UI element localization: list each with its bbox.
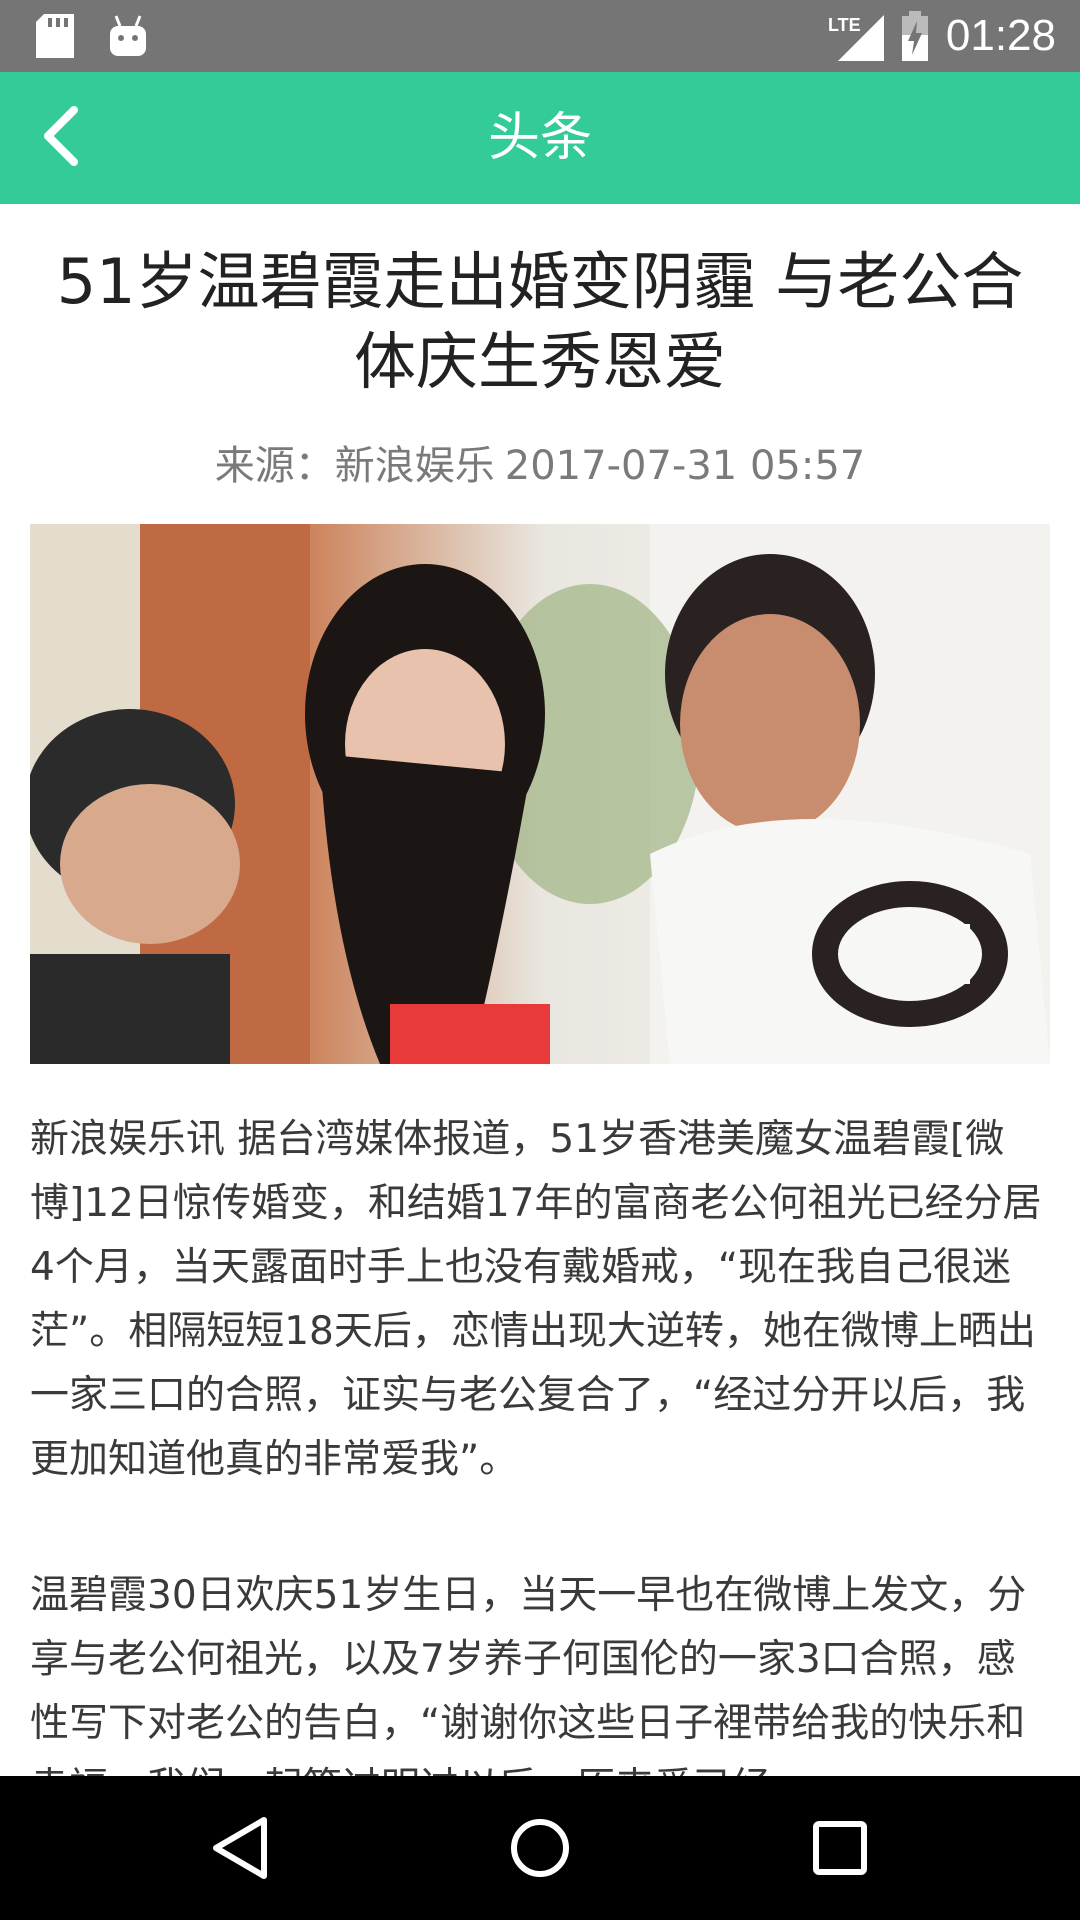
clock: 01:28 <box>945 11 1056 60</box>
article-meta: 来源：新浪娱乐 2017-07-31 05:57 <box>0 438 1080 494</box>
article-photo-image <box>30 524 1050 1064</box>
home-circle-icon <box>504 1819 576 1888</box>
article-paragraph: 温碧霞30日欢庆51岁生日，当天一早也在微博上发文，分享与老公何祖光，以及7岁养… <box>30 1573 1027 1776</box>
status-bar: LTE 01:28 <box>0 0 1080 72</box>
recents-square-icon <box>804 1821 876 1888</box>
svg-text:LTE: LTE <box>828 15 861 35</box>
article-datetime: 2017-07-31 05:57 <box>504 443 866 489</box>
lte-signal-icon: LTE <box>828 11 884 61</box>
app-bar: 头条 <box>0 72 1080 204</box>
nav-home-button[interactable] <box>504 1812 576 1884</box>
page-title: 头条 <box>487 108 592 168</box>
back-triangle-icon <box>204 1817 276 1888</box>
article-source: 来源：新浪娱乐 <box>214 443 495 489</box>
article-photo[interactable] <box>30 524 1050 1064</box>
android-icon <box>108 14 148 58</box>
article-paragraph: 新浪娱乐讯 据台湾媒体报道，51岁香港美魔女温碧霞[微博]12日惊传婚变，和结婚… <box>30 1117 1042 1482</box>
system-navigation-bar <box>0 1776 1080 1920</box>
battery-charging-icon <box>900 11 930 61</box>
sd-card-icon <box>36 14 74 58</box>
nav-back-button[interactable] <box>204 1812 276 1884</box>
article-title: 51岁温碧霞走出婚变阴霾 与老公合体庆生秀恩爱 <box>56 245 1024 398</box>
nav-recents-button[interactable] <box>804 1812 876 1884</box>
article-content[interactable]: 51岁温碧霞走出婚变阴霾 与老公合体庆生秀恩爱 来源：新浪娱乐 2017-07-3… <box>0 204 1080 1776</box>
